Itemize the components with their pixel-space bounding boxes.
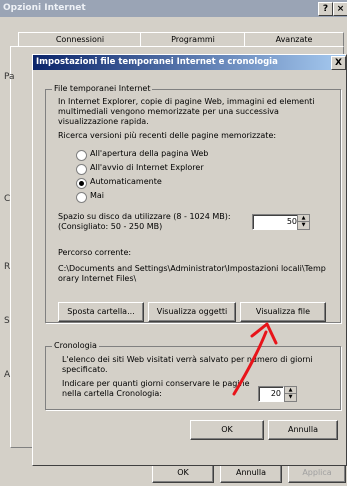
annotation-arrow-icon [232,322,278,396]
